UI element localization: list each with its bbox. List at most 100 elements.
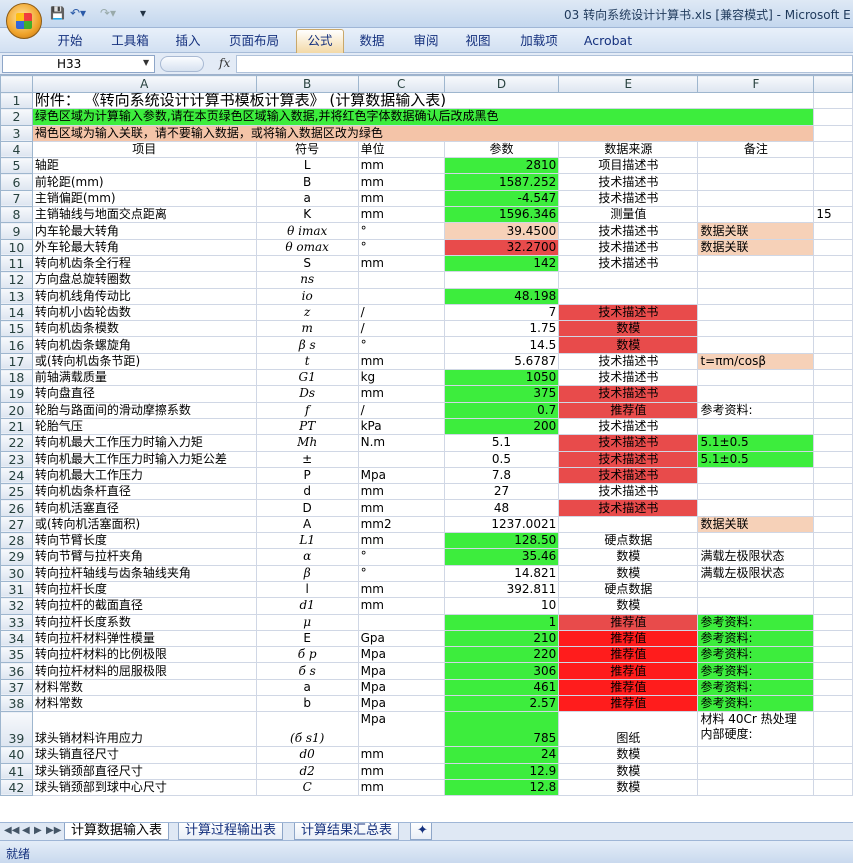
cell-c[interactable]: Mpa (357, 694, 445, 713)
tab-formulas[interactable]: 公式 (296, 29, 344, 53)
cell-d[interactable]: 7 (443, 303, 560, 322)
cell-f[interactable]: 满载左极限状态 (697, 548, 815, 566)
cell-d[interactable]: 0.5 (443, 450, 560, 468)
name-box[interactable]: H33 (2, 55, 155, 73)
formula-input[interactable] (236, 55, 853, 73)
cell-c[interactable]: Mpa (357, 662, 445, 680)
row-header[interactable]: 41 (0, 762, 33, 780)
cell-a[interactable]: 转向机最大工作压力时输入力矩 (31, 434, 257, 452)
cell-b[interactable]: z (255, 303, 359, 322)
cell-g[interactable] (813, 157, 853, 175)
cell-c[interactable]: mm (357, 778, 445, 797)
cell-d[interactable]: 参数 (443, 140, 560, 159)
cell-b[interactable]: d1 (255, 597, 359, 615)
cell-a[interactable]: 转向盘直径 (31, 385, 257, 403)
cell-c[interactable]: Mpa (357, 678, 445, 696)
cell-f[interactable] (697, 466, 815, 485)
cell-e[interactable]: 数模 (558, 336, 699, 354)
cell-g[interactable] (813, 385, 853, 403)
cell-g[interactable] (813, 646, 853, 664)
row-header[interactable]: 16 (0, 336, 33, 354)
cell-g[interactable] (813, 483, 853, 501)
tab-data[interactable]: 数据 (352, 31, 392, 51)
tab-acrobat[interactable]: Acrobat (580, 31, 636, 51)
cell-f[interactable] (697, 206, 815, 224)
cell-f[interactable]: 参考资料: (697, 694, 815, 713)
row-header[interactable]: 40 (0, 746, 33, 764)
cell-f[interactable] (697, 173, 815, 191)
cell-b[interactable]: t (255, 352, 359, 371)
tab-addins[interactable]: 加载项 (512, 31, 566, 51)
worksheet-grid[interactable]: A B C D E F 1 附件： 《转向系统设计计算书模板计算表》 (计算数据输… (0, 75, 853, 822)
save-icon[interactable]: 💾 (50, 5, 65, 21)
cell-b[interactable]: б p (255, 646, 359, 664)
cell-g[interactable] (813, 597, 853, 615)
cell-c[interactable]: N.m (357, 434, 445, 452)
cell-a[interactable]: 材料常数 (31, 678, 257, 696)
cell-a[interactable]: 球头销颈部直径尺寸 (31, 762, 257, 780)
cell-d[interactable]: 2.57 (443, 694, 560, 713)
cell-b[interactable]: S (255, 254, 359, 273)
cell-d[interactable]: 0.7 (443, 401, 560, 419)
cell-f[interactable]: 备注 (697, 140, 815, 159)
sheet-tab-summary[interactable]: 计算结果汇总表 (294, 823, 400, 840)
cell-d[interactable]: 39.4500 (443, 222, 560, 240)
cell-e[interactable]: 技术描述书 (558, 173, 699, 191)
column-header[interactable]: B (255, 75, 359, 93)
cell-a[interactable]: 转向拉杆长度 (31, 580, 257, 599)
cell-c[interactable]: mm (357, 173, 445, 191)
row-header[interactable]: 35 (0, 646, 33, 664)
cell-d[interactable]: 375 (443, 385, 560, 403)
cell-b[interactable]: PT (255, 417, 359, 436)
cell-e[interactable]: 推荐值 (558, 613, 699, 631)
row-header[interactable]: 27 (0, 515, 33, 534)
cell-c[interactable]: Mpa (357, 711, 445, 748)
cell-f[interactable] (697, 271, 815, 289)
cell-b[interactable]: G1 (255, 369, 359, 387)
tab-home[interactable]: 开始 (48, 31, 92, 51)
cell-d[interactable]: 128.50 (443, 532, 560, 550)
column-header[interactable]: D (443, 75, 560, 93)
cell-f[interactable] (697, 157, 815, 175)
first-sheet-icon[interactable]: ◀◀ (4, 825, 19, 836)
cell-d[interactable]: 5.1 (443, 434, 560, 452)
cell-a[interactable]: 前轴满载质量 (31, 369, 257, 387)
cell-f[interactable] (697, 762, 815, 780)
cell-f[interactable] (697, 483, 815, 501)
tab-page-layout[interactable]: 页面布局 (222, 31, 286, 51)
row-header[interactable]: 2 (0, 108, 33, 126)
cell-e[interactable]: 图纸 (558, 711, 699, 748)
cell-a[interactable]: 转向节臂与拉杆夹角 (31, 548, 257, 566)
cell-e[interactable]: 技术描述书 (558, 417, 699, 436)
cell-b[interactable]: Mh (255, 434, 359, 452)
row-header[interactable]: 13 (0, 287, 33, 305)
cell-g[interactable] (813, 613, 853, 631)
cell-a[interactable]: 转向机最大工作压力 (31, 466, 257, 485)
sheet-tab-process[interactable]: 计算过程输出表 (178, 823, 284, 840)
cell-a[interactable]: 转向机小齿轮齿数 (31, 303, 257, 322)
row-header[interactable]: 18 (0, 369, 33, 387)
cell-e[interactable]: 技术描述书 (558, 434, 699, 452)
cell-e[interactable] (558, 515, 699, 534)
row-header[interactable]: 36 (0, 662, 33, 680)
cell-g[interactable] (813, 564, 853, 582)
row-header[interactable]: 3 (0, 124, 33, 142)
cell-a[interactable]: 项目 (31, 140, 257, 159)
cell-g[interactable] (813, 369, 853, 387)
cell-b[interactable]: μ (255, 613, 359, 631)
row-header[interactable]: 10 (0, 238, 33, 256)
cell-e[interactable]: 技术描述书 (558, 369, 699, 387)
row-header[interactable]: 39 (0, 711, 33, 748)
cell-e[interactable]: 数据来源 (558, 140, 699, 159)
cell-f[interactable]: 5.1±0.5 (697, 434, 815, 452)
cell-c[interactable]: Gpa (357, 629, 445, 648)
cell-b[interactable]: f (255, 401, 359, 419)
cell-d[interactable]: 5.6787 (443, 352, 560, 371)
cell-g[interactable] (813, 450, 853, 468)
cell-a[interactable]: 球头销颈部到球中心尺寸 (31, 778, 257, 797)
cell-f[interactable] (697, 336, 815, 354)
cell-a[interactable]: 球头销材料许用应力 (31, 711, 257, 748)
cell-e[interactable]: 硬点数据 (558, 532, 699, 550)
cell-c[interactable]: / (357, 401, 445, 419)
cell-g[interactable] (813, 694, 853, 713)
